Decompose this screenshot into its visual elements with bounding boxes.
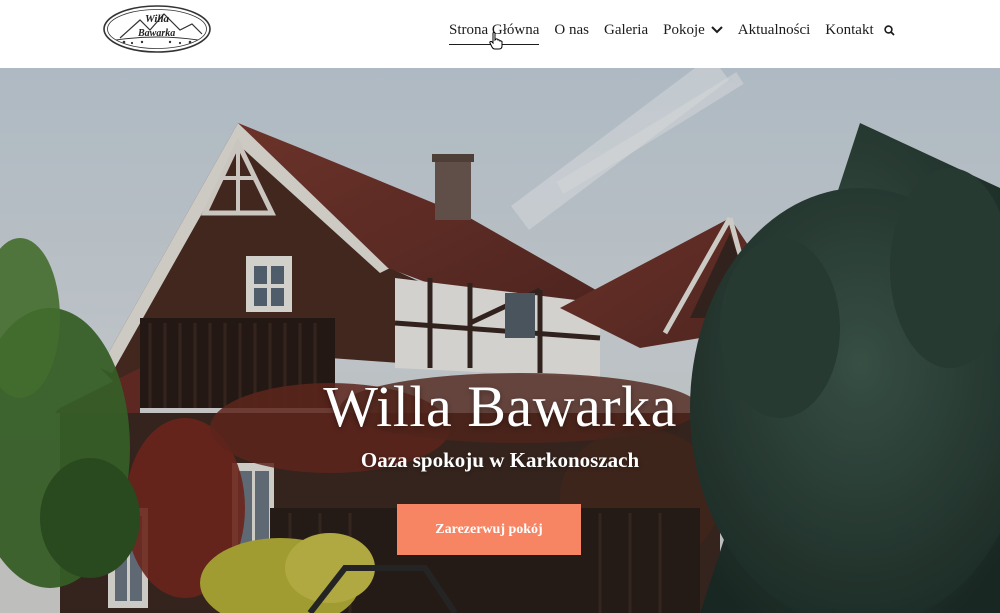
hero-title: Willa Bawarka: [323, 374, 677, 439]
logo-line-1: Willa: [145, 13, 170, 25]
hand-cursor-icon: [489, 32, 503, 50]
book-room-button[interactable]: Zarezerwuj pokój: [397, 504, 581, 555]
main-nav: Strona Główna O nas Galeria Pokoje Aktua…: [449, 18, 898, 45]
nav-item-contact[interactable]: Kontakt: [825, 20, 873, 40]
nav-item-rooms-label: Pokoje: [663, 22, 705, 38]
search-icon: [883, 24, 895, 36]
logo-line-2: Bawarka: [137, 28, 175, 39]
site-logo[interactable]: Willa Bawarka: [102, 4, 212, 54]
nav-item-rooms[interactable]: Pokoje: [663, 20, 723, 40]
nav-item-news[interactable]: Aktualności: [738, 20, 811, 40]
nav-item-about[interactable]: O nas: [554, 20, 589, 40]
chevron-down-icon[interactable]: [711, 26, 723, 34]
nav-item-gallery[interactable]: Galeria: [604, 20, 648, 40]
hero-section: Willa Bawarka Oaza spokoju w Karkonoszac…: [0, 68, 1000, 613]
search-button[interactable]: [883, 23, 898, 37]
hero-subtitle: Oaza spokoju w Karkonoszach: [360, 448, 640, 472]
